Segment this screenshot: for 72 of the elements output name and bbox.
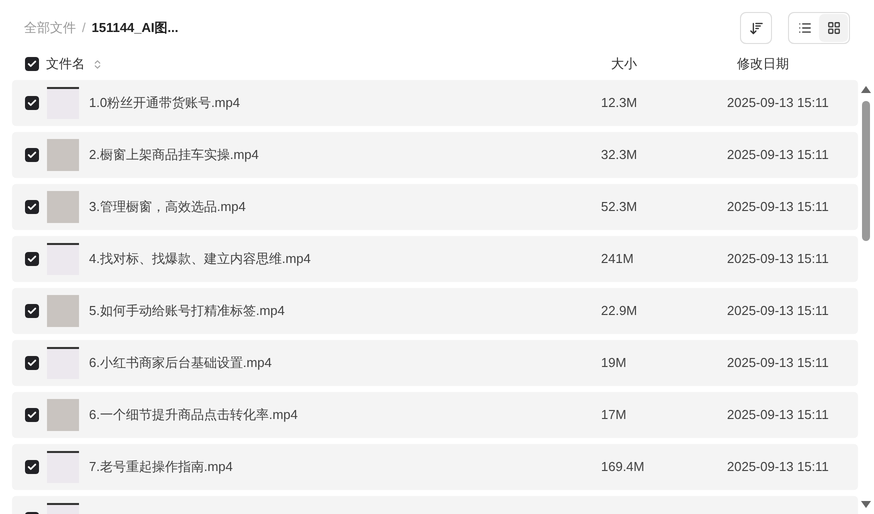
- checkbox[interactable]: [25, 200, 39, 214]
- screenshot-placeholder: [47, 243, 79, 275]
- check-icon: [27, 358, 37, 368]
- file-row[interactable]: 6.小红书商家后台基础设置.mp4 19M 2025-09-13 15:11: [12, 340, 858, 386]
- sort-icon: [748, 20, 764, 36]
- checkbox[interactable]: [25, 148, 39, 162]
- check-icon: [27, 254, 37, 264]
- modified-date: 2025-09-13 15:11: [727, 94, 829, 112]
- column-header[interactable]: 修改日期: [737, 54, 789, 74]
- file-name[interactable]: 1.0粉丝开通带货账号.mp4: [89, 93, 601, 113]
- file-name[interactable]: 6.小红书商家后台基础设置.mp4: [89, 353, 601, 373]
- modified-date: 2025-09-13 15:11: [727, 458, 829, 476]
- column-header[interactable]: 大小: [611, 54, 737, 74]
- file-size: 169.4M: [601, 458, 646, 476]
- checkbox[interactable]: [25, 356, 39, 370]
- checkbox[interactable]: [25, 57, 39, 71]
- file-name[interactable]: 2.橱窗上架商品挂车实操.mp4: [89, 145, 601, 165]
- check-icon: [27, 59, 37, 69]
- file-size: 52.3M: [601, 198, 638, 216]
- file-size: 17M: [601, 406, 628, 424]
- file-row[interactable]: 6.一个细节提升商品点击转化率.mp4 17M 2025-09-13 15:11: [12, 392, 858, 438]
- photo-placeholder: [47, 191, 79, 223]
- check-icon: [27, 410, 37, 420]
- file-row[interactable]: 4.找对标、找爆款、建立内容思维.mp4 241M 2025-09-13 15:11: [12, 236, 858, 282]
- modified-date: 2025-09-13 15:11: [727, 250, 829, 268]
- modified-date: 2025-09-13 15:11: [727, 354, 829, 372]
- list-icon: [798, 21, 812, 35]
- breadcrumb-item: 151144_AI图...: [92, 19, 178, 38]
- file-row[interactable]: 1.0粉丝开通带货账号.mp4 12.3M 2025-09-13 15:11: [12, 80, 858, 126]
- file-size: 22.9M: [601, 302, 638, 320]
- scroll-down-icon[interactable]: [861, 501, 871, 508]
- checkbox[interactable]: [25, 96, 39, 110]
- modified-date: 2025-09-13 15:11: [727, 302, 829, 320]
- screenshot-placeholder: [47, 347, 79, 379]
- file-row[interactable]: 5.如何手动给账号打精准标签.mp4 22.9M 2025-09-13 15:11: [12, 288, 858, 334]
- photo-placeholder: [47, 399, 79, 431]
- check-icon: [27, 150, 37, 160]
- modified-date: 2025-09-13 15:11: [727, 146, 829, 164]
- file-size: 19M: [601, 354, 628, 372]
- file-size: 241M: [601, 250, 635, 268]
- file-name[interactable]: 6.一个细节提升商品点击转化率.mp4: [89, 405, 601, 425]
- screenshot-placeholder: [47, 451, 79, 483]
- file-row[interactable]: 3.管理橱窗，高效选品.mp4 52.3M 2025-09-13 15:11: [12, 184, 858, 230]
- grid-icon: [826, 21, 840, 35]
- screenshot-placeholder: [47, 87, 79, 119]
- check-icon: [27, 462, 37, 472]
- check-icon: [27, 202, 37, 212]
- modified-date: 2025-09-13 15:11: [727, 198, 829, 216]
- checkbox[interactable]: [25, 460, 39, 474]
- file-name[interactable]: 5.如何手动给账号打精准标签.mp4: [89, 301, 601, 321]
- photo-placeholder: [47, 295, 79, 327]
- scroll-up-icon[interactable]: [861, 86, 871, 93]
- modified-date: 2025-09-13 15:11: [727, 406, 829, 424]
- breadcrumb-separator: /: [82, 19, 86, 38]
- file-name[interactable]: 4.找对标、找爆款、建立内容思维.mp4: [89, 249, 601, 269]
- file-row[interactable]: 7.老号重起操作指南.mp4 169.4M 2025-09-13 15:11: [12, 444, 858, 490]
- grid-view-button[interactable]: [819, 14, 848, 42]
- scrollbar-thumb[interactable]: [862, 101, 870, 241]
- file-size: 12.3M: [601, 94, 638, 112]
- check-icon: [27, 98, 37, 108]
- photo-placeholder: [47, 139, 79, 171]
- file-size: 32.3M: [601, 146, 638, 164]
- checkbox[interactable]: [25, 304, 39, 318]
- checkbox[interactable]: [25, 408, 39, 422]
- file-name[interactable]: 7.老号重起操作指南.mp4: [89, 457, 601, 477]
- checkbox[interactable]: [25, 252, 39, 266]
- file-name[interactable]: 3.管理橱窗，高效选品.mp4: [89, 197, 601, 217]
- sort-icon[interactable]: [92, 58, 103, 70]
- sort-button[interactable]: [740, 12, 772, 44]
- file-row[interactable]: 2.橱窗上架商品挂车实操.mp4 32.3M 2025-09-13 15:11: [12, 132, 858, 178]
- check-icon: [27, 306, 37, 316]
- column-header[interactable]: 文件名: [46, 54, 85, 74]
